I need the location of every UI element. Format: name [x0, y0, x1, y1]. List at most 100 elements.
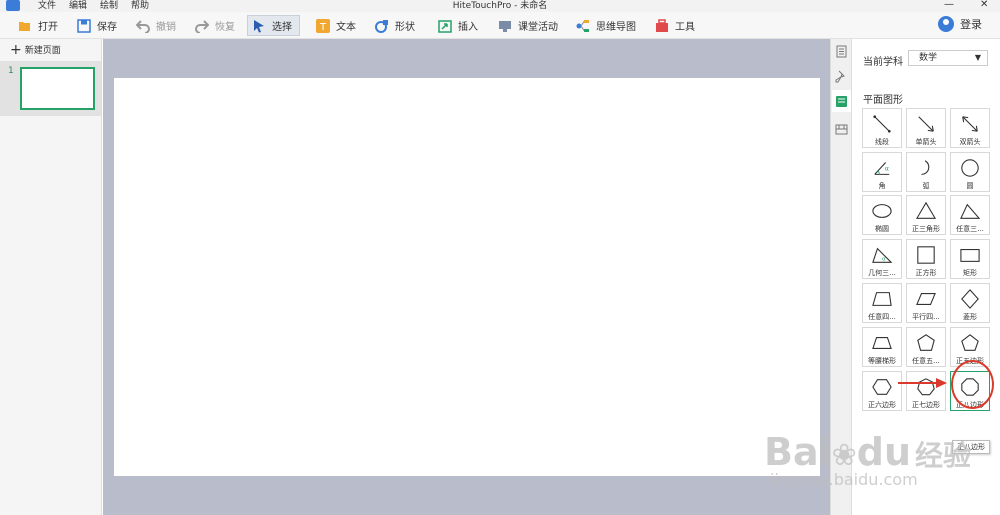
shape-button[interactable]: 形状 [371, 15, 419, 36]
section-title: 平面图形 [863, 95, 903, 106]
menu-file[interactable]: 文件 [38, 0, 56, 12]
undo-button[interactable]: 撤销 [132, 15, 180, 36]
shape-label: 单箭头 [915, 138, 937, 146]
square-icon [917, 246, 935, 264]
close-icon[interactable]: ✕ [980, 0, 988, 11]
shape-line-segment[interactable]: 线段 [862, 108, 902, 148]
page-properties-icon[interactable] [835, 45, 848, 58]
redo-label: 恢复 [215, 22, 235, 33]
page-thumbnail[interactable] [20, 67, 95, 110]
shape-any-quadrilateral[interactable]: 任意四... [862, 283, 902, 323]
shape-label: 任意四... [868, 313, 896, 321]
subject-value: 数学 [919, 53, 938, 63]
isosceles-trapezoid-icon [872, 337, 892, 349]
line-segment-icon [873, 115, 891, 133]
whiteboard-canvas[interactable] [114, 78, 820, 476]
shape-label: 椭圆 [875, 225, 889, 233]
classroom-activity-button[interactable]: 课堂活动 [494, 15, 562, 36]
save-label: 保存 [97, 22, 117, 33]
save-button[interactable]: 保存 [73, 15, 121, 36]
subject-select[interactable]: 数学 ▼ [908, 50, 988, 66]
shape-regular-hexagon[interactable]: 正六边形 [862, 371, 902, 411]
shape-rectangle[interactable]: 矩形 [950, 239, 990, 279]
menu-edit[interactable]: 编辑 [69, 0, 87, 12]
shape-label: 几何三... [868, 269, 896, 277]
regular-pentagon-icon [961, 334, 979, 351]
double-arrow-icon [962, 116, 978, 132]
shape-square[interactable]: 正方形 [906, 239, 946, 279]
activity-label: 课堂活动 [518, 22, 558, 33]
save-icon [77, 18, 91, 33]
select-label: 选择 [272, 22, 292, 33]
select-button[interactable]: 选择 [247, 15, 300, 36]
open-button[interactable]: 打开 [14, 15, 62, 36]
mindmap-label: 思维导图 [596, 22, 636, 33]
shape-label: 正方形 [915, 269, 937, 277]
shape-double-arrow[interactable]: 双箭头 [950, 108, 990, 148]
cursor-icon [254, 19, 264, 32]
circle-icon [961, 159, 979, 177]
ellipse-icon [872, 204, 892, 218]
shape-geometry-triangle[interactable]: α 几何三... [862, 239, 902, 279]
login-button[interactable]: 登录 [938, 16, 982, 32]
shape-isosceles-trapezoid[interactable]: 等腰梯形 [862, 327, 902, 367]
undo-label: 撤销 [156, 22, 176, 33]
shape-parallelogram[interactable]: 平行四... [906, 283, 946, 323]
shape-label: 菱形 [963, 313, 977, 321]
paw-icon: ❀ [831, 438, 857, 473]
equilateral-triangle-icon [915, 201, 937, 219]
single-arrow-icon [918, 116, 934, 132]
shape-label: 任意三... [956, 225, 984, 233]
undo-icon [136, 19, 150, 33]
plus-icon: + [10, 41, 22, 58]
regular-hexagon-icon [872, 379, 892, 395]
shape-equilateral-triangle[interactable]: 正三角形 [906, 195, 946, 235]
insert-label: 插入 [458, 22, 478, 33]
annotation-highlight-ring [951, 360, 994, 409]
shape-any-triangle[interactable]: 任意三... [950, 195, 990, 235]
shape-label: 形状 [395, 22, 415, 33]
watermark-logo: Bai❀du 经验 [764, 430, 972, 474]
triangle-icon [960, 203, 981, 219]
redo-icon [195, 19, 209, 33]
new-page-button[interactable]: + 新建页面 [10, 41, 61, 58]
shape-arc[interactable]: 弧 [906, 152, 946, 192]
tools-button[interactable]: 工具 [651, 15, 699, 36]
watermark-url: jingyan.baidu.com [770, 470, 918, 489]
text-button[interactable]: T 文本 [312, 15, 360, 36]
shape-any-pentagon[interactable]: 任意五... [906, 327, 946, 367]
chevron-down-icon: ▼ [974, 53, 981, 62]
shape-label: 正三角形 [912, 225, 940, 233]
pentagon-free-icon [917, 334, 935, 351]
pin-icon[interactable] [835, 70, 848, 83]
insert-button[interactable]: 插入 [434, 15, 482, 36]
mindmap-button[interactable]: 思维导图 [572, 15, 640, 36]
geometry-triangle-icon: α [872, 247, 893, 263]
window-title: HiteTouchPro - 未命名 [452, 1, 548, 11]
redo-button[interactable]: 恢复 [191, 15, 239, 36]
text-label: 文本 [336, 22, 356, 33]
menu-help[interactable]: 帮助 [131, 0, 149, 12]
mindmap-icon [576, 19, 589, 32]
shape-label: 等腰梯形 [868, 357, 896, 365]
subject-tools-icon[interactable] [835, 95, 848, 108]
app-logo-icon [6, 0, 20, 11]
shape-rhombus[interactable]: 菱形 [950, 283, 990, 323]
tools-label: 工具 [675, 22, 695, 33]
shape-circle[interactable]: 圆 [950, 152, 990, 192]
toolbar: 打开 保存 撤销 恢复 选择 T 文本 形状 插入 课堂活动 思维导图 工具 登… [0, 12, 1000, 39]
shape-single-arrow[interactable]: 单箭头 [906, 108, 946, 148]
page-item[interactable]: 1 [0, 61, 101, 116]
shape-ellipse[interactable]: 椭圆 [862, 195, 902, 235]
shape-label: 正六边形 [868, 401, 896, 409]
shape-label: 弧 [922, 182, 930, 190]
user-avatar-icon [938, 16, 954, 32]
menu-draw[interactable]: 绘制 [100, 0, 118, 12]
shape-label: 任意五... [912, 357, 940, 365]
shape-label: 正七边形 [912, 401, 940, 409]
shape-label: 线段 [875, 138, 889, 146]
shape-angle[interactable]: α 角 [862, 152, 902, 192]
rhombus-icon [961, 289, 979, 309]
resource-library-icon[interactable] [835, 123, 848, 136]
minimize-icon[interactable]: — [944, 0, 954, 11]
